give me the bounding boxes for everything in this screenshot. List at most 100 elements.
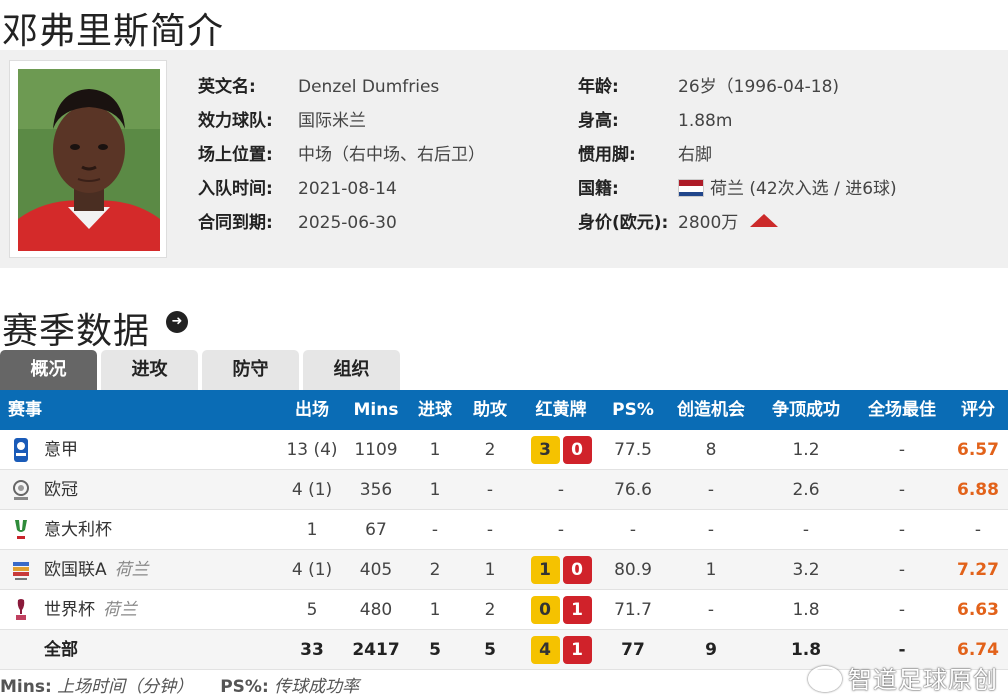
player-photo-frame bbox=[9, 60, 167, 258]
serie-a-icon bbox=[14, 438, 28, 462]
tab-overview[interactable]: 概况 bbox=[0, 350, 97, 390]
competition-cell[interactable]: 意甲 bbox=[44, 430, 264, 470]
market-value-label: 身价(欧元): bbox=[578, 213, 669, 233]
tab-defense[interactable]: 防守 bbox=[202, 350, 299, 390]
aerials-cell: 1.8 bbox=[792, 600, 820, 620]
assists-cell: 5 bbox=[484, 640, 496, 660]
appearances-cell: 4 (1) bbox=[291, 560, 333, 580]
header-goals: 进球 bbox=[418, 400, 452, 420]
header-chances-created: 创造机会 bbox=[677, 400, 745, 420]
pass-success-cell: 77 bbox=[621, 640, 645, 660]
pass-success-cell: 71.7 bbox=[614, 600, 652, 620]
motm-cell: - bbox=[898, 440, 906, 460]
yellow-card-count: 1 bbox=[530, 556, 560, 584]
footnote-ps-desc: 传球成功率 bbox=[274, 677, 360, 697]
champions-league-icon bbox=[13, 480, 29, 500]
join-date-label: 入队时间: bbox=[198, 179, 273, 199]
footnote-ps-key: PS%: bbox=[220, 677, 269, 697]
tab-organization[interactable]: 组织 bbox=[303, 350, 400, 390]
arrow-right-icon[interactable]: ➜ bbox=[166, 311, 188, 333]
chances-cell: - bbox=[707, 520, 715, 540]
goals-cell: 1 bbox=[429, 480, 441, 500]
preferred-foot-value: 右脚 bbox=[678, 145, 712, 165]
appearances-cell: 13 (4) bbox=[286, 440, 338, 460]
chances-cell: - bbox=[707, 600, 715, 620]
appearances-cell: 5 bbox=[306, 600, 318, 620]
mins-cell: 356 bbox=[359, 480, 393, 500]
page-title: 邓弗里斯简介 bbox=[2, 11, 225, 52]
header-pass-success: PS% bbox=[612, 400, 654, 420]
club-label: 效力球队: bbox=[198, 111, 273, 131]
motm-cell: - bbox=[898, 480, 906, 500]
player-photo-image bbox=[18, 69, 160, 251]
header-appearances: 出场 bbox=[295, 400, 329, 420]
header-rating: 评分 bbox=[961, 400, 995, 420]
coppa-italia-icon bbox=[15, 520, 27, 539]
english-name-label: 英文名: bbox=[198, 77, 256, 97]
mins-cell: 405 bbox=[359, 560, 393, 580]
goals-cell: - bbox=[431, 520, 439, 540]
cards-cell: - bbox=[557, 480, 565, 500]
cards-cell: 30 bbox=[522, 430, 600, 470]
table-footnote: Mins: 上场时间（分钟） PS%: 传球成功率 bbox=[0, 672, 359, 697]
mins-cell: 67 bbox=[365, 520, 387, 540]
competition-cell[interactable]: 欧冠 bbox=[44, 470, 264, 510]
header-assists: 助攻 bbox=[473, 400, 507, 420]
mins-cell: 1109 bbox=[354, 440, 398, 460]
netherlands-flag-icon bbox=[678, 179, 704, 197]
nations-league-icon bbox=[13, 562, 29, 580]
cards-cell: 10 bbox=[522, 550, 600, 590]
competition-cell[interactable]: 意大利杯 bbox=[44, 510, 264, 550]
competition-cell[interactable]: 欧国联A 荷兰 bbox=[44, 550, 264, 590]
team-name: 荷兰 bbox=[103, 600, 137, 620]
assists-cell: - bbox=[486, 480, 494, 500]
join-date-value: 2021-08-14 bbox=[298, 179, 397, 199]
nationality-label: 国籍: bbox=[578, 179, 619, 199]
age-label: 年龄: bbox=[578, 77, 619, 97]
total-label: 全部 bbox=[44, 640, 78, 660]
watermark: 智道足球原创 bbox=[808, 660, 998, 695]
header-cards: 红黄牌 bbox=[535, 400, 587, 420]
nationality-value: 荷兰 (42次入选 / 进6球) bbox=[678, 178, 897, 200]
club-value[interactable]: 国际米兰 bbox=[298, 110, 366, 132]
english-name-value: Denzel Dumfries bbox=[298, 77, 440, 97]
table-row: 意甲 13 (4) 1109 1 2 30 77.5 8 1.2 - 6.57 bbox=[0, 430, 1008, 470]
preferred-foot-label: 惯用脚: bbox=[578, 145, 636, 165]
footnote-mins-key: Mins: bbox=[0, 677, 52, 697]
cards-cell: - bbox=[557, 520, 565, 540]
market-value-text: 2800万 bbox=[678, 213, 739, 233]
goals-cell: 5 bbox=[429, 640, 441, 660]
goals-cell: 1 bbox=[429, 440, 441, 460]
mins-cell: 480 bbox=[359, 600, 393, 620]
assists-cell: - bbox=[486, 520, 494, 540]
watermark-text: 智道足球原创 bbox=[848, 666, 998, 694]
yellow-card-count: 0 bbox=[530, 596, 560, 624]
weibo-icon bbox=[808, 666, 842, 692]
chances-cell: - bbox=[707, 480, 715, 500]
cards-cell: 01 bbox=[522, 590, 600, 630]
appearances-cell: 33 bbox=[300, 640, 324, 660]
yellow-card-count: 3 bbox=[530, 436, 560, 464]
rating-cell: 6.63 bbox=[957, 600, 999, 620]
header-motm: 全场最佳 bbox=[868, 400, 936, 420]
red-card-count: 1 bbox=[562, 596, 592, 624]
footnote-mins-desc: 上场时间（分钟） bbox=[57, 677, 194, 697]
motm-cell: - bbox=[898, 600, 906, 620]
table-row: 意大利杯 1 67 - - - - - - - - bbox=[0, 510, 1008, 550]
market-value: 2800万 bbox=[678, 212, 779, 234]
header-mins: Mins bbox=[353, 400, 399, 420]
competition-cell[interactable]: 世界杯 荷兰 bbox=[44, 590, 264, 630]
tab-attack[interactable]: 进攻 bbox=[101, 350, 198, 390]
red-card-count: 0 bbox=[562, 556, 592, 584]
chances-cell: 8 bbox=[705, 440, 717, 460]
assists-cell: 2 bbox=[484, 600, 496, 620]
goals-cell: 2 bbox=[429, 560, 441, 580]
header-competition: 赛事 bbox=[8, 400, 42, 420]
chances-cell: 1 bbox=[705, 560, 717, 580]
player-photo bbox=[18, 69, 160, 251]
goals-cell: 1 bbox=[429, 600, 441, 620]
red-card-count: 1 bbox=[562, 636, 592, 664]
height-label: 身高: bbox=[578, 111, 619, 131]
appearances-cell: 4 (1) bbox=[291, 480, 333, 500]
table-row: 欧冠 4 (1) 356 1 - - 76.6 - 2.6 - 6.88 bbox=[0, 470, 1008, 510]
